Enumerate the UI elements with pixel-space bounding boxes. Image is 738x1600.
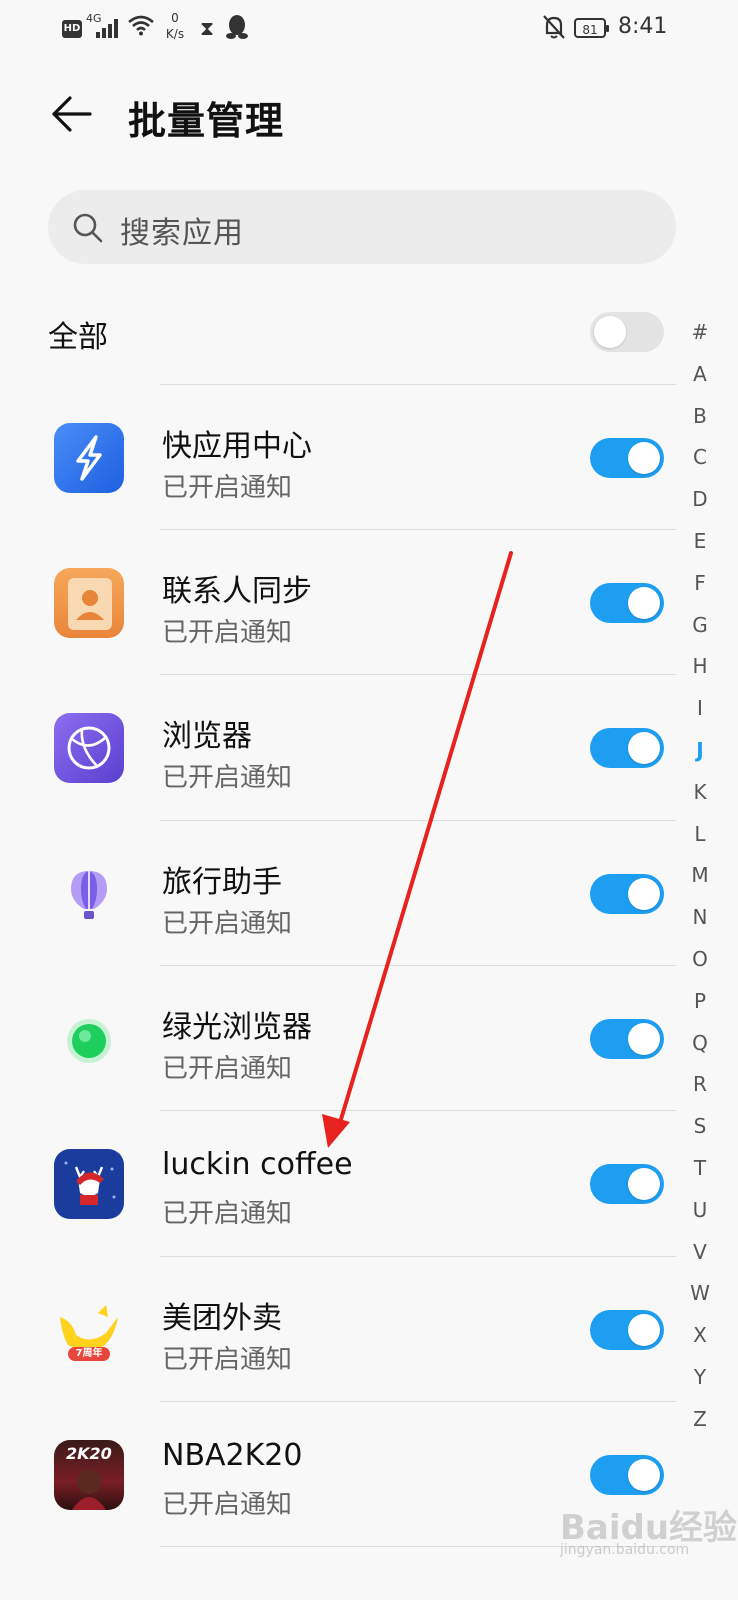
app-name: 旅行助手 — [162, 865, 282, 900]
index-letter[interactable]: K — [686, 772, 714, 814]
index-letter[interactable]: I — [686, 688, 714, 730]
battery-icon: 81 — [574, 18, 609, 38]
app-status: 已开启通知 — [162, 618, 293, 648]
notification-toggle[interactable] — [590, 1019, 664, 1059]
index-letter[interactable]: D — [686, 479, 714, 521]
index-letter[interactable]: X — [686, 1315, 714, 1357]
index-letter[interactable]: G — [686, 605, 714, 647]
app-name: 浏览器 — [162, 719, 252, 754]
watermark-url: jingyan.baidu.com — [560, 1542, 690, 1558]
all-toggle[interactable] — [590, 312, 664, 352]
index-letter[interactable]: A — [686, 354, 714, 396]
index-letter[interactable]: W — [686, 1273, 714, 1315]
app-name: 快应用中心 — [162, 429, 312, 464]
index-letter[interactable]: Q — [686, 1023, 714, 1065]
clock: 8:41 — [618, 14, 668, 39]
index-letter[interactable]: C — [686, 437, 714, 479]
travel-assistant-icon — [54, 859, 124, 929]
app-status: 已开启通知 — [162, 473, 293, 503]
index-letter[interactable]: T — [686, 1148, 714, 1190]
index-letter[interactable]: S — [686, 1106, 714, 1148]
notification-toggle[interactable] — [590, 728, 664, 768]
all-label: 全部 — [48, 320, 108, 355]
index-letter[interactable]: R — [686, 1064, 714, 1106]
index-letter[interactable]: H — [686, 646, 714, 688]
qq-icon — [226, 15, 248, 39]
index-letter[interactable]: E — [686, 521, 714, 563]
index-letter[interactable]: L — [686, 814, 714, 856]
index-letter[interactable]: Z — [686, 1399, 714, 1441]
quick-app-center-icon — [54, 423, 124, 493]
app-row-browser[interactable]: 浏览器 已开启通知 — [0, 675, 690, 821]
app-row-meituan-waimai[interactable]: 7周年 美团外卖 已开启通知 — [0, 1257, 690, 1403]
page-title: 批量管理 — [128, 99, 285, 143]
bell-off-icon — [543, 15, 565, 39]
hourglass-icon: ⧗ — [200, 16, 215, 40]
signal-icon — [96, 18, 122, 38]
app-name: 美团外卖 — [162, 1301, 282, 1336]
nba2k20-icon: 2K20 — [54, 1440, 124, 1510]
index-letter[interactable]: U — [686, 1190, 714, 1232]
notification-toggle[interactable] — [590, 1455, 664, 1495]
meituan-badge: 7周年 — [75, 1348, 103, 1359]
app-name: luckin coffee — [162, 1147, 353, 1182]
app-row-contacts-sync[interactable]: 联系人同步 已开启通知 — [0, 530, 690, 676]
app-name: 联系人同步 — [162, 574, 312, 609]
notification-toggle[interactable] — [590, 874, 664, 914]
index-letter[interactable]: V — [686, 1232, 714, 1274]
app-row-green-light-browser[interactable]: 绿光浏览器 已开启通知 — [0, 966, 690, 1112]
hd-icon: HD — [62, 20, 82, 38]
index-letter[interactable]: B — [686, 396, 714, 438]
contacts-sync-icon — [54, 568, 124, 638]
status-bar: HD 4G 0 K/s ⧗ 81 8:41 — [0, 0, 738, 58]
index-letter[interactable]: N — [686, 897, 714, 939]
meituan-waimai-icon: 7周年 — [54, 1295, 124, 1365]
notification-toggle[interactable] — [590, 1310, 664, 1350]
index-letter[interactable]: O — [686, 939, 714, 981]
notification-toggle[interactable] — [590, 583, 664, 623]
browser-icon — [54, 713, 124, 783]
index-letter[interactable]: M — [686, 855, 714, 897]
app-name: NBA2K20 — [162, 1438, 303, 1473]
notification-toggle[interactable] — [590, 1164, 664, 1204]
index-letter[interactable]: J — [686, 730, 714, 772]
app-row-travel-assistant[interactable]: 旅行助手 已开启通知 — [0, 821, 690, 967]
index-letter[interactable]: # — [686, 312, 714, 354]
app-status: 已开启通知 — [162, 1054, 293, 1084]
index-letter[interactable]: F — [686, 563, 714, 605]
search-input[interactable]: 搜索应用 — [48, 190, 676, 264]
search-placeholder: 搜索应用 — [120, 216, 244, 251]
nba-icon-text: 2K20 — [66, 1444, 112, 1463]
wifi-icon — [128, 15, 154, 36]
index-letter[interactable]: P — [686, 981, 714, 1023]
app-status: 已开启通知 — [162, 763, 293, 793]
index-letter[interactable]: Y — [686, 1357, 714, 1399]
app-row-quick-app-center[interactable]: 快应用中心 已开启通知 — [0, 385, 690, 531]
alphabet-index[interactable]: # A B C D E F G H I J K L M N O P Q R S T U V W X Y Z — [686, 312, 714, 1441]
app-status: 已开启通知 — [162, 1490, 293, 1520]
network-speed: 0 K/s — [165, 11, 185, 41]
app-status: 已开启通知 — [162, 909, 293, 939]
back-arrow-icon[interactable] — [50, 92, 94, 136]
app-name: 绿光浏览器 — [162, 1010, 312, 1045]
search-icon — [73, 213, 103, 243]
app-status: 已开启通知 — [162, 1199, 293, 1229]
luckin-coffee-icon — [54, 1149, 124, 1219]
app-row-luckin-coffee[interactable]: luckin coffee 已开启通知 — [0, 1111, 690, 1257]
green-light-browser-icon — [54, 1004, 124, 1074]
notification-toggle[interactable] — [590, 438, 664, 478]
app-status: 已开启通知 — [162, 1345, 293, 1375]
